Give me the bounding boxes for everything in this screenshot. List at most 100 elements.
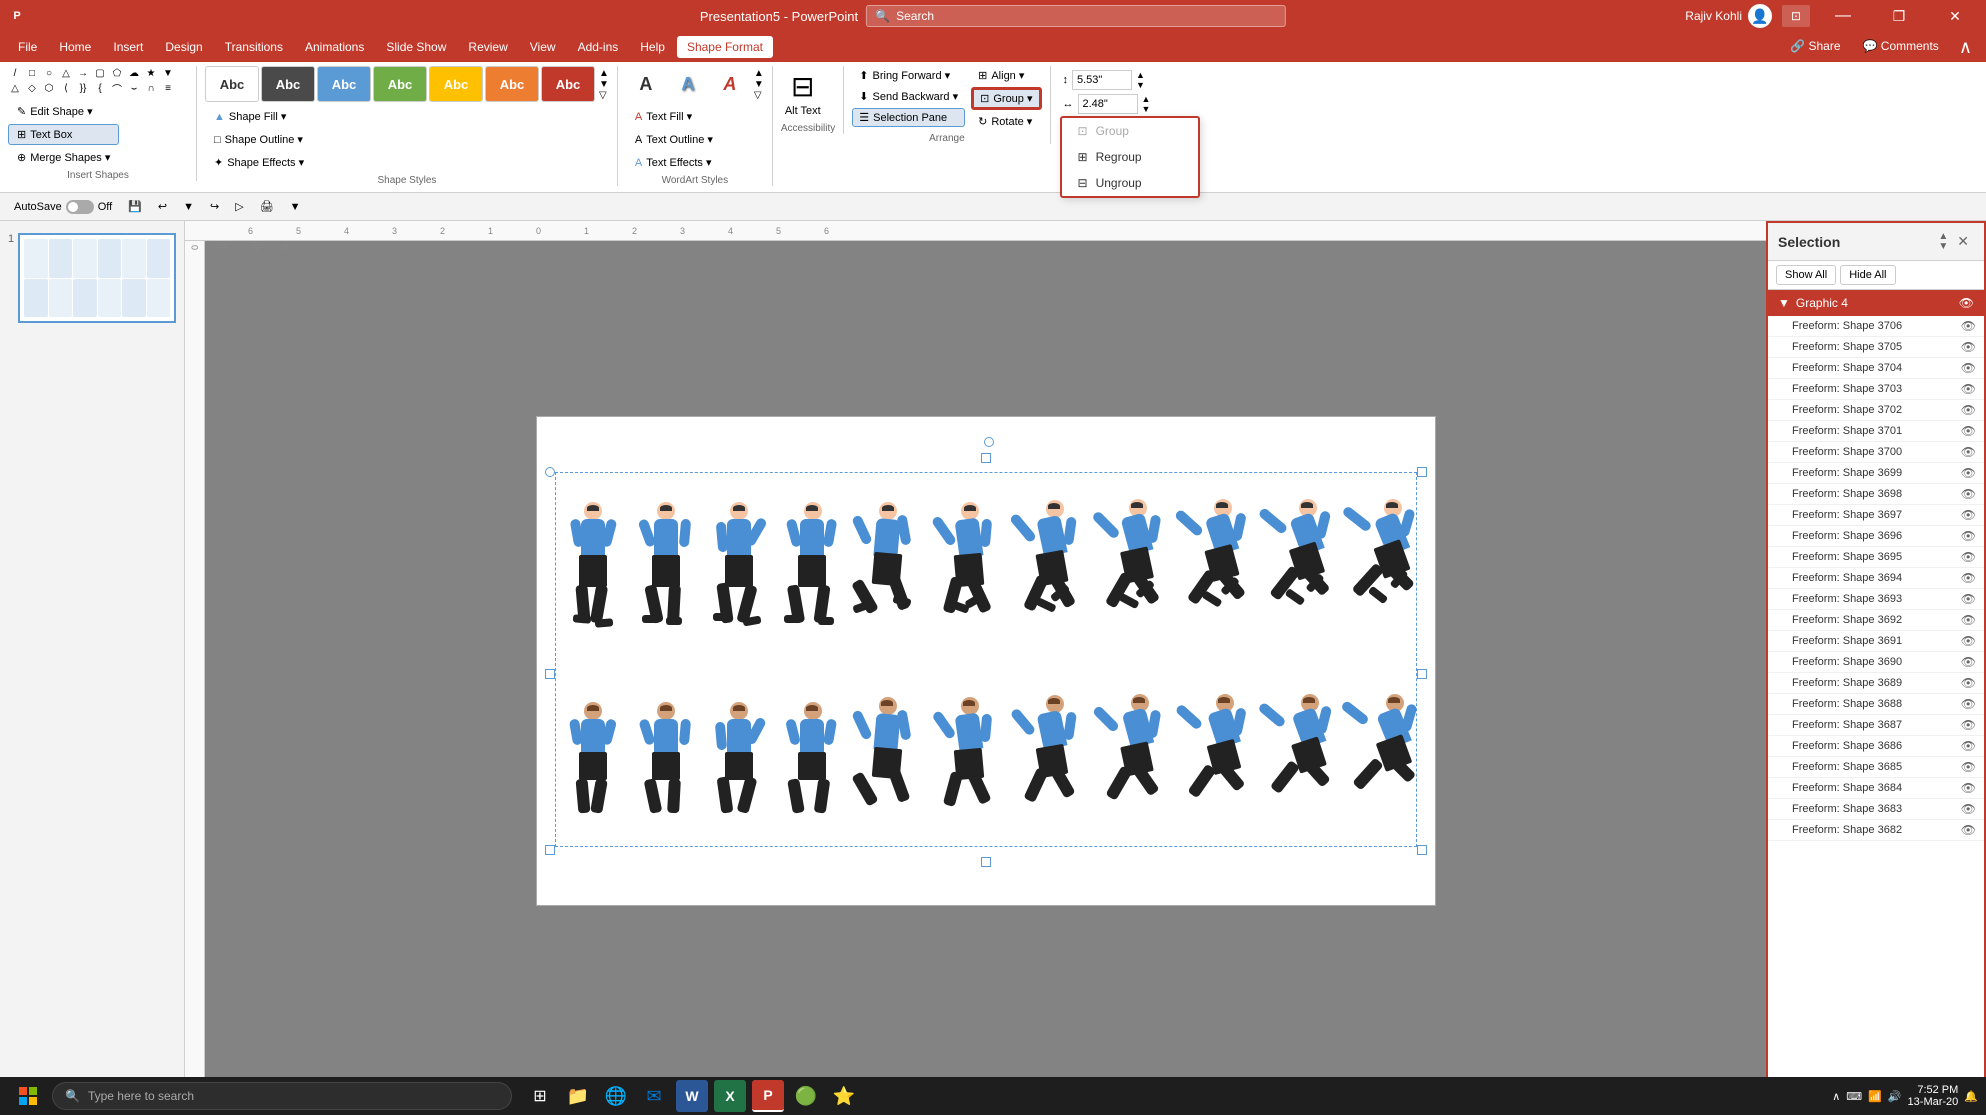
pane-item-10[interactable]: Freeform: Shape 3696 👁 [1768,526,1984,547]
eye-icon-2[interactable]: 👁 [1961,361,1976,375]
print-btn[interactable]: 🖨 [254,197,280,216]
bring-forward-btn[interactable]: ⬆ Bring Forward ▾ [852,66,965,85]
eye-icon-22[interactable]: 👁 [1961,781,1976,795]
menu-slideshow[interactable]: Slide Show [376,36,456,58]
shape-5[interactable]: ⟨ [59,81,73,95]
eye-icon-9[interactable]: 👁 [1961,508,1976,522]
network-icon[interactable]: 📶 [1868,1090,1882,1103]
shape-style-2[interactable]: Abc [261,66,315,102]
menu-animations[interactable]: Animations [295,36,374,58]
collapse-ribbon-btn[interactable]: ∧ [1953,35,1978,60]
shape-star[interactable]: ★ [144,66,158,80]
group-dropdown-regroup[interactable]: ⊞ Regroup [1062,144,1198,170]
pane-item-9[interactable]: Freeform: Shape 3697 👁 [1768,505,1984,526]
send-backward-btn[interactable]: ⬇ Send Backward ▾ [852,87,965,106]
text-effects-btn[interactable]: A Text Effects ▾ [626,152,722,173]
wordart-1[interactable]: A [626,66,666,102]
eye-icon-17[interactable]: 👁 [1961,676,1976,690]
pane-item-24[interactable]: Freeform: Shape 3682 👁 [1768,820,1984,841]
group-dropdown-group[interactable]: ⊡ Group [1062,118,1198,144]
pane-item-3[interactable]: Freeform: Shape 3703 👁 [1768,379,1984,400]
pane-item-7[interactable]: Freeform: Shape 3699 👁 [1768,463,1984,484]
eye-icon-7[interactable]: 👁 [1961,466,1976,480]
hide-all-btn[interactable]: Hide All [1840,265,1895,285]
pane-item-16[interactable]: Freeform: Shape 3690 👁 [1768,652,1984,673]
pane-item-6[interactable]: Freeform: Shape 3700 👁 [1768,442,1984,463]
shape-outline-btn[interactable]: □ Shape Outline ▾ [205,129,313,150]
selection-handle-mr[interactable] [1417,669,1427,679]
shape-3[interactable]: ◇ [25,81,39,95]
selection-pane-btn[interactable]: ☰ Selection Pane [852,108,965,127]
rotate-handle[interactable] [984,437,994,447]
excel-icon[interactable]: X [714,1080,746,1112]
volume-icon[interactable]: 🔊 [1888,1090,1902,1103]
undo-dropdown[interactable]: ▼ [177,198,200,216]
chrome-icon[interactable]: 🟢 [790,1080,822,1112]
eye-icon-6[interactable]: 👁 [1961,445,1976,459]
menu-addins[interactable]: Add-ins [568,36,629,58]
pane-close-btn[interactable]: ✕ [1952,231,1974,252]
eye-icon-10[interactable]: 👁 [1961,529,1976,543]
wordart-scroll-up[interactable]: ▲ [754,68,764,79]
width-up[interactable]: ▲ [1142,94,1151,104]
shape-arrow[interactable]: → [76,66,90,80]
selection-handle-tc[interactable] [981,453,991,463]
eye-icon-19[interactable]: 👁 [1961,718,1976,732]
height-input[interactable] [1072,70,1132,90]
present-btn[interactable]: ▷ [229,197,249,216]
eye-icon-24[interactable]: 👁 [1961,823,1976,837]
eye-icon-15[interactable]: 👁 [1961,634,1976,648]
pane-item-0[interactable]: Freeform: Shape 3706 👁 [1768,316,1984,337]
pane-item-2[interactable]: Freeform: Shape 3704 👁 [1768,358,1984,379]
ai-icon[interactable]: ⭐ [828,1080,860,1112]
pane-item-19[interactable]: Freeform: Shape 3687 👁 [1768,715,1984,736]
merge-shapes-btn[interactable]: ⊕ Merge Shapes ▾ [8,147,119,168]
share-btn[interactable]: 🔗 Share [1782,35,1848,60]
style-scroll-down[interactable]: ▼ [599,79,609,90]
pane-scroll-up[interactable]: ▲ [1938,232,1948,242]
shape-style-3[interactable]: Abc [317,66,371,102]
shape-10[interactable]: ∩ [144,81,158,95]
save-btn[interactable]: 💾 [122,197,148,216]
menu-review[interactable]: Review [458,36,517,58]
shape-scroll[interactable]: ≡ [161,81,175,95]
shape-line[interactable]: / [8,66,22,80]
width-down[interactable]: ▼ [1142,104,1151,114]
selection-handle-ml[interactable] [545,669,555,679]
selection-handle-tl[interactable] [545,467,555,477]
height-down[interactable]: ▼ [1136,80,1145,90]
comments-btn[interactable]: 💬 Comments [1855,35,1947,60]
pane-item-18[interactable]: Freeform: Shape 3688 👁 [1768,694,1984,715]
minimize-button[interactable]: — [1820,0,1866,32]
pane-item-23[interactable]: Freeform: Shape 3683 👁 [1768,799,1984,820]
eye-icon-13[interactable]: 👁 [1961,592,1976,606]
eye-icon-0[interactable]: 👁 [1961,319,1976,333]
pane-item-11[interactable]: Freeform: Shape 3695 👁 [1768,547,1984,568]
clock[interactable]: 7:52 PM 13-Mar-20 [1908,1084,1959,1108]
edit-shape-btn[interactable]: ✎ Edit Shape ▾ [8,101,119,122]
height-up[interactable]: ▲ [1136,70,1145,80]
pane-item-8[interactable]: Freeform: Shape 3698 👁 [1768,484,1984,505]
search-box[interactable]: 🔍 Search [866,5,1286,27]
pane-item-15[interactable]: Freeform: Shape 3691 👁 [1768,631,1984,652]
wordart-expand[interactable]: ▽ [754,90,764,101]
restore-button[interactable]: ❐ [1876,0,1922,32]
pane-item-22[interactable]: Freeform: Shape 3684 👁 [1768,778,1984,799]
eye-icon-3[interactable]: 👁 [1961,382,1976,396]
shape-rect[interactable]: □ [25,66,39,80]
shape-fill-btn[interactable]: ▲ Shape Fill ▾ [205,106,313,127]
wordart-2[interactable]: A [668,66,708,102]
eye-icon-5[interactable]: 👁 [1961,424,1976,438]
menu-home[interactable]: Home [49,36,101,58]
undo-btn[interactable]: ↩ [152,197,173,216]
eye-icon-1[interactable]: 👁 [1961,340,1976,354]
text-box-btn[interactable]: ⊞ Text Box [8,124,119,145]
eye-icon-14[interactable]: 👁 [1961,613,1976,627]
eye-icon-20[interactable]: 👁 [1961,739,1976,753]
eye-icon-8[interactable]: 👁 [1961,487,1976,501]
group-eye-icon[interactable]: 👁 [1959,296,1974,310]
slide-canvas[interactable] [205,241,1766,1080]
align-btn[interactable]: ⊞ Align ▾ [971,66,1041,85]
menu-file[interactable]: File [8,36,47,58]
close-button[interactable]: ✕ [1932,0,1978,32]
